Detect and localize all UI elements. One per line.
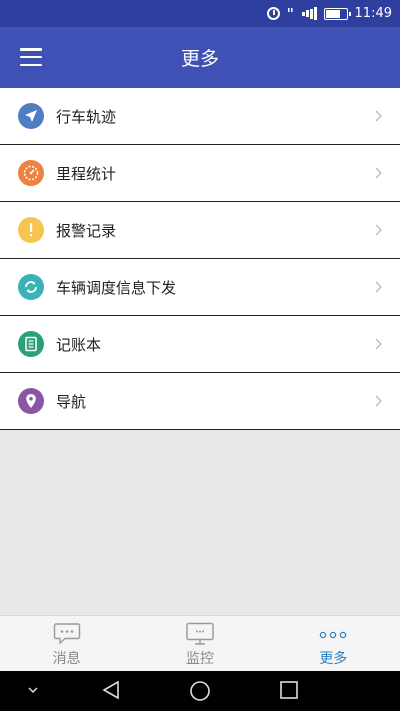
tab-label: 监控 [185, 651, 214, 667]
recent-apps-icon[interactable] [278, 679, 300, 701]
chevron-right-icon [375, 167, 382, 179]
menu-item-ledger[interactable]: 记账本 [0, 316, 400, 373]
navigation-arrow-icon [18, 103, 44, 129]
monitor-icon [186, 622, 214, 645]
app-bar: 更多 [0, 27, 400, 88]
menu-item-label: 记账本 [56, 335, 102, 354]
menu-item-label: 车辆调度信息下发 [56, 278, 177, 297]
signal-icon [301, 7, 317, 20]
status-time: 11:49 [354, 6, 392, 21]
chevron-down-icon[interactable] [27, 686, 39, 694]
tab-monitor[interactable]: 监控 [133, 616, 266, 671]
menu-item-label: 导航 [56, 392, 87, 411]
menu-item-mileage[interactable]: 里程统计 [0, 145, 400, 202]
tab-messages[interactable]: 消息 [0, 616, 133, 671]
exclamation-icon [18, 217, 44, 243]
menu-item-label: 报警记录 [56, 221, 117, 240]
tab-label: 更多 [319, 651, 348, 667]
battery-fill [325, 9, 340, 18]
message-bubble-icon [53, 623, 80, 645]
bottom-nav: 消息 监控 更多 [0, 615, 400, 671]
alarm-icon [266, 7, 280, 20]
system-nav-bar [0, 671, 400, 711]
chevron-right-icon [375, 110, 382, 122]
speedometer-icon [18, 160, 44, 186]
network-4g-icon [287, 7, 295, 20]
menu-item-label: 里程统计 [56, 164, 117, 183]
menu-item-dispatch[interactable]: 车辆调度信息下发 [0, 259, 400, 316]
menu-item-label: 行车轨迹 [56, 107, 117, 126]
chevron-right-icon [375, 281, 382, 293]
menu-list: 行车轨迹 里程统计 报警记录 车辆调度信息下发 记账本 导航 [0, 88, 400, 430]
menu-item-track[interactable]: 行车轨迹 [0, 88, 400, 145]
battery-icon [323, 7, 351, 20]
chevron-right-icon [375, 395, 382, 407]
page-title: 更多 [180, 48, 219, 70]
menu-item-navigation[interactable]: 导航 [0, 373, 400, 430]
chevron-right-icon [375, 224, 382, 236]
tab-label: 消息 [52, 651, 81, 667]
menu-item-alarm-records[interactable]: 报警记录 [0, 202, 400, 259]
hamburger-menu-icon[interactable] [20, 48, 42, 66]
chevron-right-icon [375, 338, 382, 350]
tab-more[interactable]: 更多 [267, 616, 400, 671]
status-bar: 11:49 [0, 0, 400, 27]
location-pin-icon [18, 388, 44, 414]
notebook-icon [18, 331, 44, 357]
home-icon[interactable] [188, 679, 212, 703]
back-icon[interactable] [100, 679, 122, 701]
refresh-circle-icon [18, 274, 44, 300]
more-dots-icon [320, 631, 347, 639]
